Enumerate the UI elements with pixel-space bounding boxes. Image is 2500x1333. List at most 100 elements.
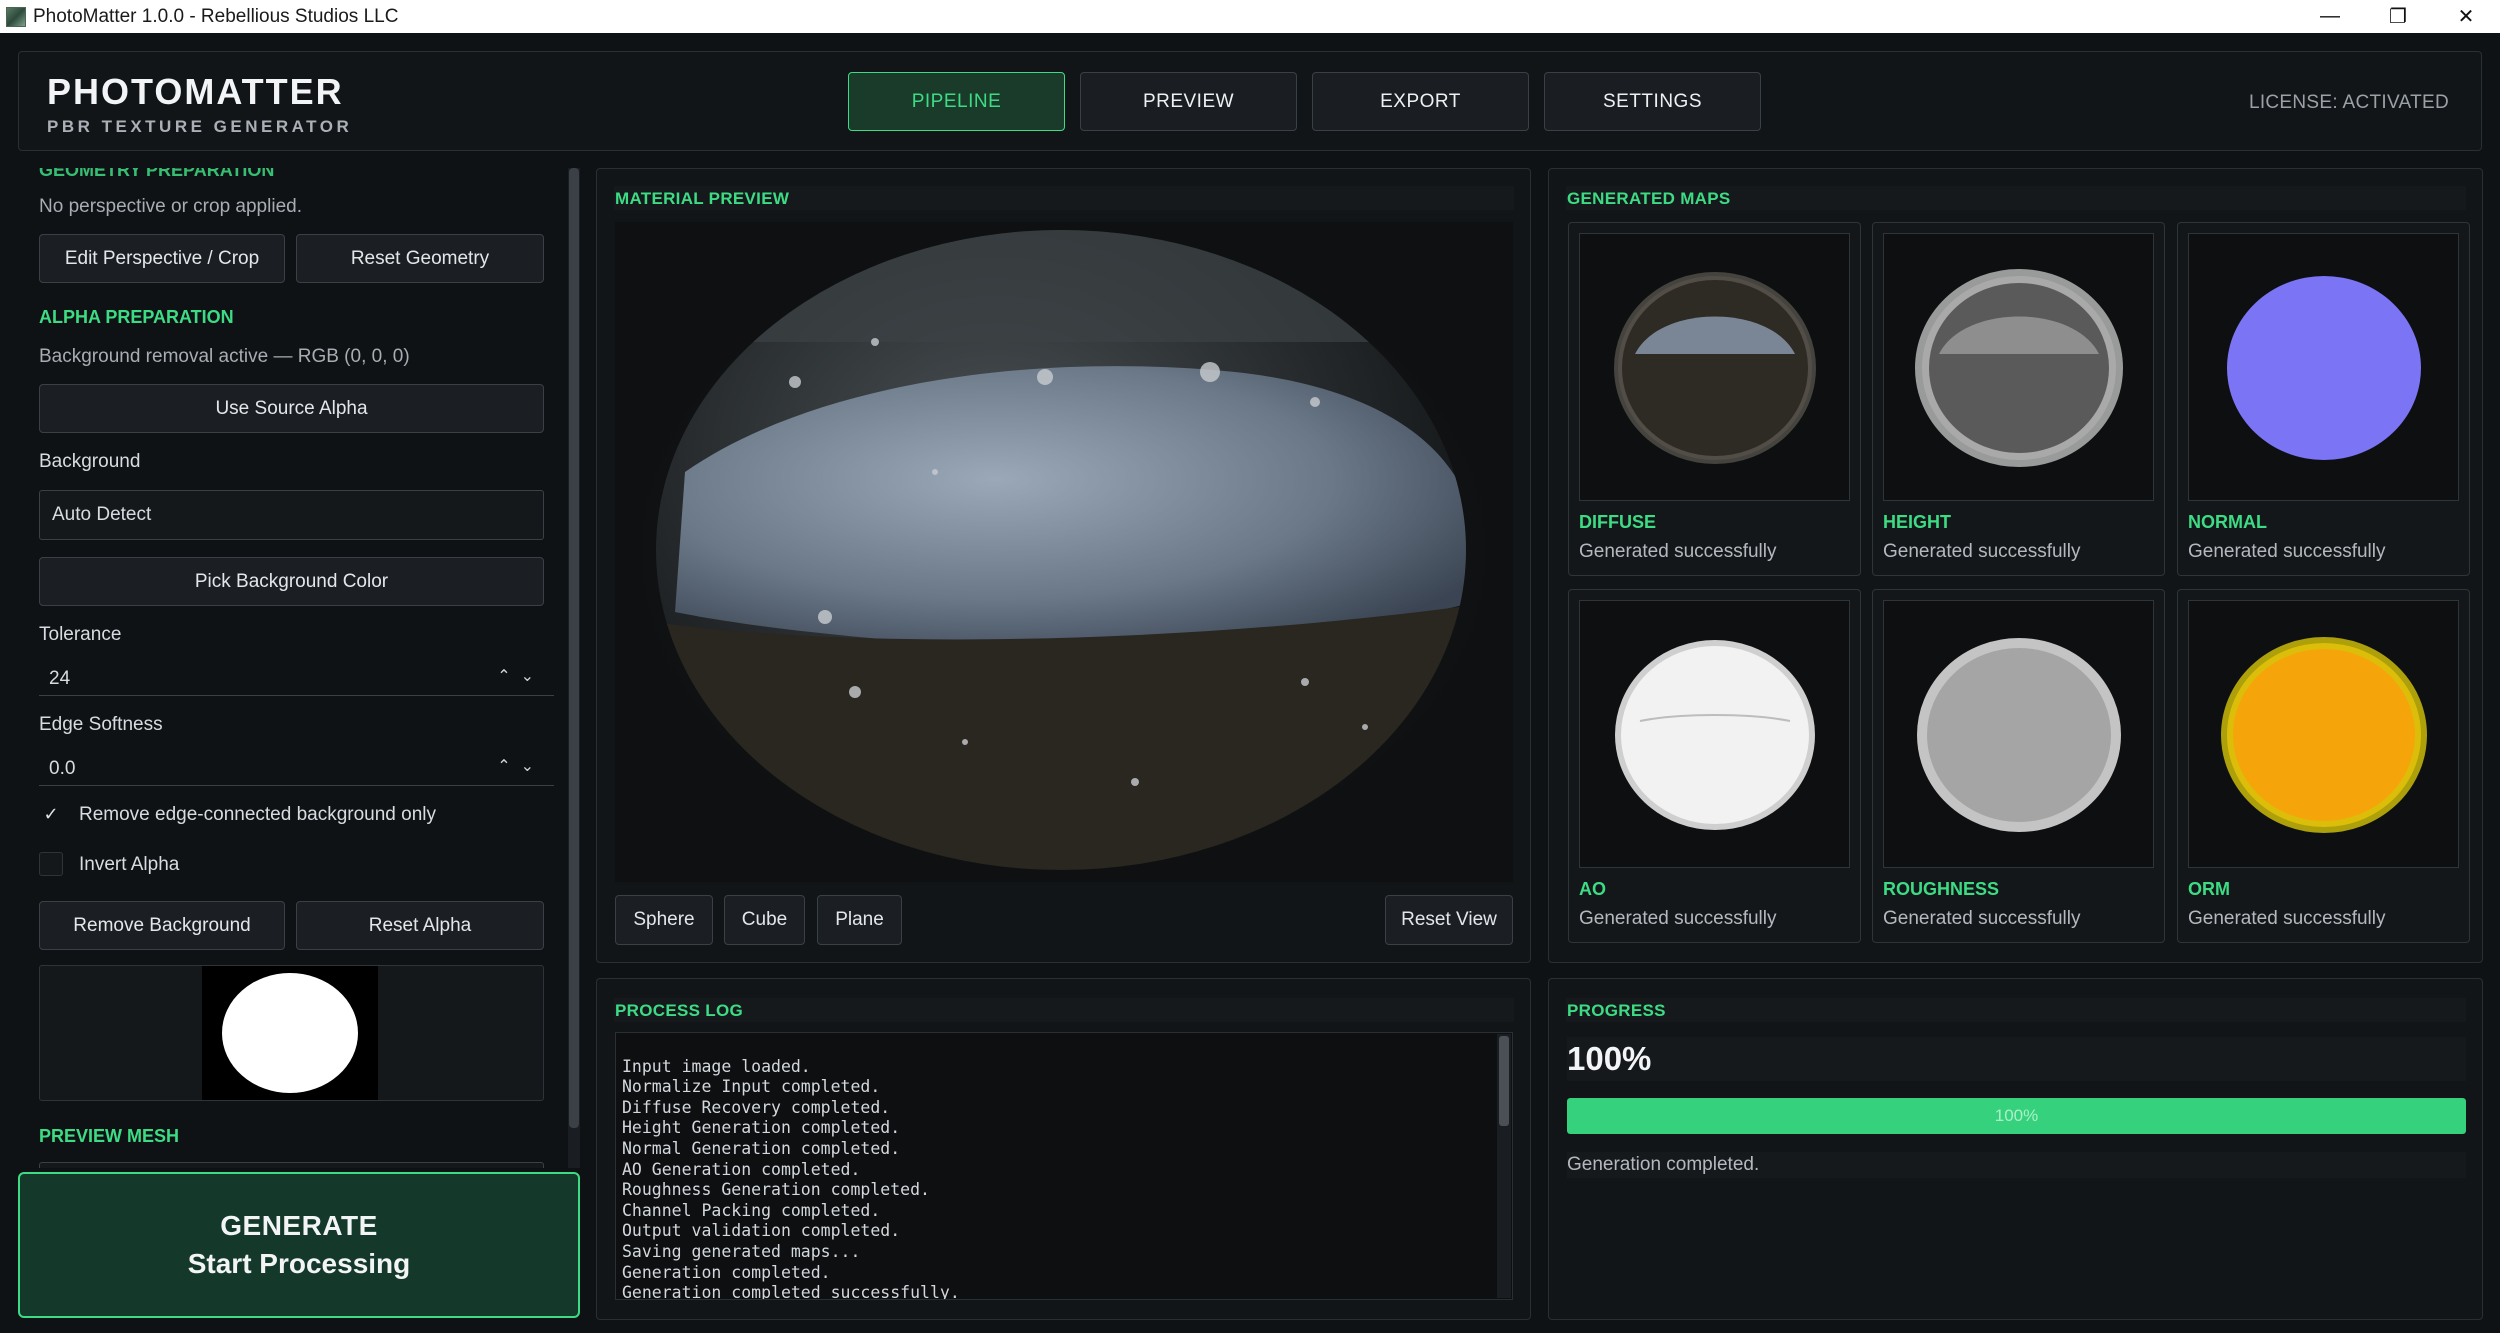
log-line: Normalize Input completed. [622, 1077, 881, 1097]
log-line: Saving generated maps... [622, 1241, 861, 1261]
tab-export[interactable]: EXPORT [1312, 72, 1529, 131]
map-status: Generated successfully [1579, 541, 1777, 562]
preview-sphere [656, 230, 1466, 870]
map-status: Generated successfully [2188, 541, 2386, 562]
edge-softness-value: 0.0 [49, 757, 76, 779]
app-header: PHOTOMATTER PBR TEXTURE GENERATOR PIPELI… [18, 51, 2482, 151]
tolerance-spinbox[interactable]: 24 ⌃⌄ [39, 662, 554, 696]
progress-title: PROGRESS [1567, 1001, 1666, 1020]
diffuse-thumbnail [1579, 233, 1850, 501]
reset-view-button[interactable]: Reset View [1385, 895, 1513, 945]
section-alpha-title: ALPHA PREPARATION [39, 307, 234, 327]
generate-sublabel: Start Processing [187, 1248, 411, 1279]
use-source-alpha-button[interactable]: Use Source Alpha [39, 384, 544, 433]
process-log-title: PROCESS LOG [615, 1001, 743, 1020]
pick-background-color-button[interactable]: Pick Background Color [39, 557, 544, 606]
cube-button[interactable]: Cube [724, 895, 805, 945]
map-card-orm[interactable]: ORM Generated successfully [2177, 589, 2470, 943]
alpha-mask-image [202, 966, 378, 1100]
map-name: DIFFUSE [1579, 512, 1657, 532]
alpha-status: Background removal active — RGB (0, 0, 0… [39, 346, 410, 367]
spin-arrows-icon[interactable]: ⌃⌄ [497, 666, 544, 686]
material-viewport[interactable] [615, 222, 1513, 882]
license-status: LICENSE: ACTIVATED [2248, 92, 2449, 113]
generated-maps-title: GENERATED MAPS [1567, 189, 1731, 208]
background-select[interactable]: Auto Detect [39, 490, 544, 540]
edge-softness-spinbox[interactable]: 0.0 ⌃⌄ [39, 752, 554, 786]
process-log[interactable]: Input image loaded. Normalize Input compl… [615, 1032, 1513, 1300]
brand: PHOTOMATTER PBR TEXTURE GENERATOR [47, 71, 352, 137]
material-preview-title: MATERIAL PREVIEW [615, 189, 790, 208]
log-line: Channel Packing completed. [622, 1200, 881, 1220]
log-line: Normal Generation completed. [622, 1138, 901, 1158]
log-line: Height Generation completed. [622, 1118, 901, 1138]
background-label: Background [39, 451, 141, 472]
generate-label: GENERATE [220, 1210, 378, 1241]
restore-icon[interactable]: ❐ [2363, 0, 2433, 33]
tab-pipeline[interactable]: PIPELINE [848, 72, 1065, 131]
edge-only-label: Remove edge-connected background only [79, 804, 437, 825]
log-line: Generation completed successfully. [622, 1283, 960, 1300]
map-name: HEIGHT [1883, 512, 1952, 532]
log-scrollbar[interactable] [1497, 1034, 1511, 1298]
edit-perspective-button[interactable]: Edit Perspective / Crop [39, 234, 285, 283]
minimize-icon[interactable]: — [2295, 0, 2365, 33]
close-icon[interactable]: ✕ [2431, 0, 2500, 33]
map-status: Generated successfully [2188, 908, 2386, 929]
sidebar-scroll-thumb[interactable] [569, 168, 579, 1128]
invert-alpha-label: Invert Alpha [79, 854, 180, 875]
log-line: Input image loaded. [622, 1056, 811, 1076]
map-card-normal[interactable]: NORMAL Generated successfully [2177, 222, 2470, 576]
window-title: PhotoMatter 1.0.0 - Rebellious Studios L… [33, 6, 399, 27]
generate-button[interactable]: GENERATE Start Processing [18, 1172, 580, 1318]
reset-alpha-button[interactable]: Reset Alpha [296, 901, 544, 950]
progress-bar-text: 100% [1994, 1106, 2039, 1125]
tolerance-label: Tolerance [39, 624, 122, 645]
height-thumbnail [1883, 233, 2154, 501]
map-card-height[interactable]: HEIGHT Generated successfully [1872, 222, 2165, 576]
section-geometry-title: GEOMETRY PREPARATION [39, 168, 275, 180]
invert-alpha-checkbox[interactable] [39, 852, 63, 876]
sphere-button[interactable]: Sphere [615, 895, 713, 945]
section-preview-mesh-title: PREVIEW MESH [39, 1126, 180, 1146]
map-status: Generated successfully [1579, 908, 1777, 929]
log-scroll-thumb[interactable] [1499, 1036, 1509, 1126]
map-status: Generated successfully [1883, 541, 2081, 562]
edge-only-checkbox[interactable]: ✓ [39, 802, 63, 826]
window-titlebar: PhotoMatter 1.0.0 - Rebellious Studios L… [0, 0, 2500, 33]
tab-settings[interactable]: SETTINGS [1544, 72, 1761, 131]
map-name: ROUGHNESS [1883, 879, 2000, 899]
preview-mesh-select[interactable] [39, 1162, 544, 1168]
log-line: Generation completed. [622, 1262, 831, 1282]
map-name: NORMAL [2188, 512, 2267, 532]
tolerance-value: 24 [49, 667, 71, 689]
alpha-preview [39, 965, 544, 1101]
map-card-ao[interactable]: AO Generated successfully [1568, 589, 1861, 943]
plane-button[interactable]: Plane [817, 895, 902, 945]
remove-background-button[interactable]: Remove Background [39, 901, 285, 950]
map-name: AO [1579, 879, 1606, 899]
map-card-roughness[interactable]: ROUGHNESS Generated successfully [1872, 589, 2165, 943]
map-status: Generated successfully [1883, 908, 2081, 929]
tab-preview[interactable]: PREVIEW [1080, 72, 1297, 131]
brand-name: PHOTOMATTER [47, 71, 344, 112]
log-line: Output validation completed. [622, 1221, 901, 1241]
orm-thumbnail [2188, 600, 2459, 868]
geometry-status: No perspective or crop applied. [39, 196, 302, 217]
sidebar: GEOMETRY PREPARATION No perspective or c… [18, 168, 580, 1168]
progress-bar: 100% [1567, 1098, 2466, 1134]
brand-tagline: PBR TEXTURE GENERATOR [47, 117, 353, 136]
app-icon [6, 7, 26, 27]
spin-arrows-icon[interactable]: ⌃⌄ [497, 756, 544, 776]
reset-geometry-button[interactable]: Reset Geometry [296, 234, 544, 283]
ao-thumbnail [1579, 600, 1850, 868]
log-line: AO Generation completed. [622, 1159, 861, 1179]
progress-panel: PROGRESS [1548, 978, 2483, 1320]
map-name: ORM [2188, 879, 2230, 899]
map-card-diffuse[interactable]: DIFFUSE Generated successfully [1568, 222, 1861, 576]
sidebar-scrollbar[interactable] [568, 168, 580, 1168]
edge-softness-label: Edge Softness [39, 714, 163, 735]
normal-thumbnail [2188, 233, 2459, 501]
log-line: Diffuse Recovery completed. [622, 1097, 891, 1117]
progress-status: Generation completed. [1567, 1152, 2466, 1178]
